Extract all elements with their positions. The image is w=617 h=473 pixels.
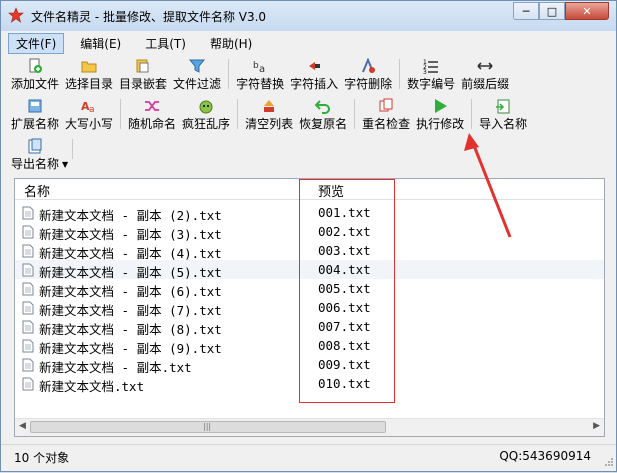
toolbar-separator xyxy=(237,99,239,129)
text-file-icon xyxy=(22,377,34,394)
undo-icon xyxy=(314,98,332,114)
extension-button[interactable]: 扩展名称 xyxy=(8,96,62,132)
toolbar-separator xyxy=(228,59,230,89)
star-app-icon xyxy=(8,7,24,26)
text-file-icon xyxy=(22,301,34,318)
numbering-button[interactable]: 123 数字编号 xyxy=(404,56,458,92)
text-file-icon xyxy=(22,320,34,337)
minimize-button[interactable]: ─ xyxy=(513,2,539,20)
title-bar[interactable]: 文件名精灵 - 批量修改、提取文件名称 V3.0 ─ □ ✕ xyxy=(1,1,616,31)
contact-info: QQ:543690914 xyxy=(499,449,591,463)
add-file-icon xyxy=(26,58,44,74)
clear-list-button[interactable]: 清空列表 xyxy=(242,96,296,132)
close-button[interactable]: ✕ xyxy=(565,2,609,20)
export-name-button[interactable]: 导出名称 xyxy=(8,136,62,172)
window-title: 文件名精灵 - 批量修改、提取文件名称 V3.0 xyxy=(31,10,267,24)
toolbar-separator xyxy=(72,139,74,159)
select-directory-button[interactable]: 选择目录 xyxy=(62,56,116,92)
text-file-icon xyxy=(22,225,34,242)
file-name: 新建文本文档.txt xyxy=(39,379,145,394)
insert-text-button[interactable]: 字符插入 xyxy=(287,56,341,92)
delete-text-icon xyxy=(359,58,377,74)
text-file-icon xyxy=(22,244,34,261)
toolbar-row-1: 添加文件 选择目录 目录嵌套 文件过滤 ba 字符替换 字符插入 字符删除 1 … xyxy=(8,56,512,92)
restore-name-button[interactable]: 恢复原名 xyxy=(296,96,350,132)
case-icon: Aa xyxy=(80,98,98,114)
import-name-button[interactable]: 导入名称 xyxy=(476,96,530,132)
toolbar-separator xyxy=(471,99,473,129)
prefix-suffix-button[interactable]: 前缀后缀 xyxy=(458,56,512,92)
duplicate-check-icon xyxy=(377,98,395,114)
toolbar-separator xyxy=(354,99,356,129)
svg-text:3: 3 xyxy=(423,69,427,74)
window-controls: ─ □ ✕ xyxy=(513,2,609,20)
main-window: 文件名精灵 - 批量修改、提取文件名称 V3.0 ─ □ ✕ 文件(F) 编辑(… xyxy=(0,0,617,472)
filter-icon xyxy=(188,58,206,74)
numbering-icon: 123 xyxy=(422,58,440,74)
scroll-right-icon[interactable]: ▶ xyxy=(593,421,600,431)
resize-grip-icon[interactable] xyxy=(604,456,614,470)
insert-text-icon xyxy=(305,58,323,74)
text-file-icon xyxy=(22,206,34,223)
case-button[interactable]: Aa 大写小写 xyxy=(62,96,116,132)
menu-help[interactable]: 帮助(H) xyxy=(202,33,260,54)
export-icon xyxy=(26,138,44,154)
svg-text:a: a xyxy=(89,105,95,114)
horizontal-scrollbar[interactable]: ◀ ||| ▶ xyxy=(15,418,604,436)
delete-text-button[interactable]: 字符删除 xyxy=(341,56,395,92)
replace-text-icon: ba xyxy=(251,58,269,74)
toolbar-separator xyxy=(120,99,122,129)
toolbar-separator xyxy=(399,59,401,89)
crazy-order-icon xyxy=(197,98,215,114)
toolbar-row-3: 导出名称 ▼ xyxy=(8,136,77,172)
maximize-button[interactable]: □ xyxy=(539,2,565,20)
text-file-icon xyxy=(22,263,34,280)
text-file-icon xyxy=(22,282,34,299)
menu-edit[interactable]: 编辑(E) xyxy=(72,33,129,54)
crazy-order-button[interactable]: 疯狂乱序 xyxy=(179,96,233,132)
import-icon xyxy=(494,98,512,114)
nested-directory-button[interactable]: 目录嵌套 xyxy=(116,56,170,92)
file-filter-button[interactable]: 文件过滤 xyxy=(170,56,224,92)
shuffle-icon xyxy=(143,98,161,114)
object-count: 10 个对象 xyxy=(14,451,70,465)
menu-file[interactable]: 文件(F) xyxy=(8,32,65,54)
replace-text-button[interactable]: ba 字符替换 xyxy=(233,56,287,92)
export-dropdown-chevron-icon[interactable]: ▼ xyxy=(62,160,68,169)
text-file-icon xyxy=(22,339,34,356)
execute-button[interactable]: 执行修改 xyxy=(413,96,467,132)
menu-bar: 文件(F) 编辑(E) 工具(T) 帮助(H) xyxy=(8,32,608,54)
grip-icon: ||| xyxy=(203,422,212,431)
status-bar: 10 个对象 QQ:543690914 xyxy=(1,444,616,472)
extension-icon xyxy=(26,98,44,114)
nested-folder-icon xyxy=(134,58,152,74)
scrollbar-thumb[interactable]: ||| xyxy=(30,421,386,433)
clear-list-icon xyxy=(260,98,278,114)
duplicate-check-button[interactable]: 重名检查 xyxy=(359,96,413,132)
text-file-icon xyxy=(22,358,34,375)
folder-icon xyxy=(80,58,98,74)
play-icon xyxy=(431,98,449,114)
preview-annotation-box xyxy=(299,179,395,403)
column-header-name[interactable]: 名称 xyxy=(24,181,50,200)
prefix-suffix-icon xyxy=(476,58,494,74)
svg-text:a: a xyxy=(259,64,265,74)
scroll-left-icon[interactable]: ◀ xyxy=(19,421,26,431)
toolbar-row-2: 扩展名称 Aa 大写小写 随机命名 疯狂乱序 清空列表 恢复原名 重名检查 执行… xyxy=(8,96,530,132)
add-file-button[interactable]: 添加文件 xyxy=(8,56,62,92)
random-name-button[interactable]: 随机命名 xyxy=(125,96,179,132)
menu-tools[interactable]: 工具(T) xyxy=(137,33,194,54)
